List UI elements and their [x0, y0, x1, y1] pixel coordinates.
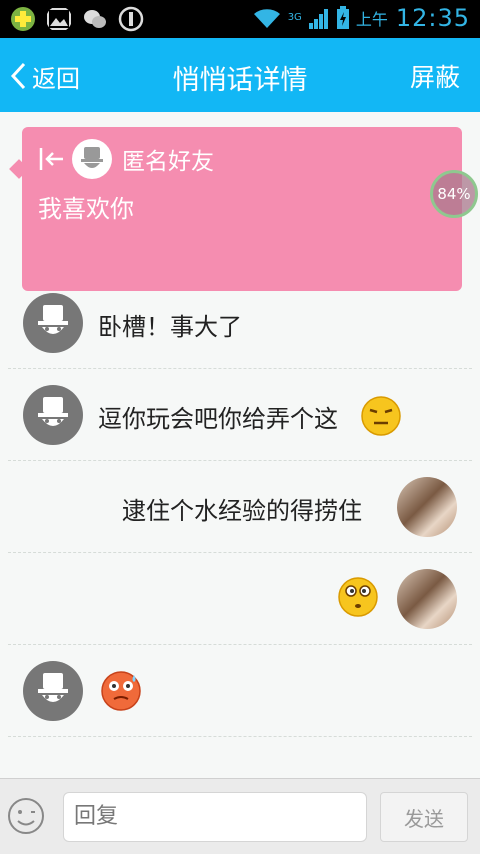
clock: 12:35: [395, 4, 470, 32]
message-row: [8, 553, 472, 645]
sender-name: 匿名好友: [122, 149, 214, 175]
emoji-picker-icon[interactable]: [7, 797, 45, 835]
anonymous-avatar[interactable]: [23, 385, 83, 445]
send-button[interactable]: 发送: [380, 792, 468, 842]
smirk-emoji-icon: [361, 396, 401, 436]
my-avatar[interactable]: [397, 477, 457, 537]
composer-bar: 回复 发送: [0, 778, 480, 854]
anonymous-avatar[interactable]: [23, 661, 83, 721]
message-text: 逮住个水经验的得捞住: [122, 497, 362, 525]
message-text: 逗你玩会吧你给弄个这: [98, 405, 338, 433]
sweat-emoji-icon: [101, 671, 141, 711]
wifi-icon: [253, 9, 280, 29]
whisper-message: 我喜欢你: [38, 195, 134, 223]
my-avatar[interactable]: [397, 569, 457, 629]
reply-input[interactable]: 回复: [63, 792, 367, 842]
signal-icon: [308, 9, 328, 29]
page-title: 悄悄话详情: [172, 65, 308, 96]
message-row: [8, 645, 472, 737]
status-bar: 3G 上午 12:35: [0, 0, 480, 38]
block-button[interactable]: 屏蔽: [410, 58, 460, 94]
battery-icon: [336, 6, 349, 29]
progress-badge: 84%: [430, 170, 478, 218]
dizzy-emoji-icon: [338, 577, 378, 617]
wechat-icon: [84, 10, 106, 28]
anonymous-avatar[interactable]: [23, 293, 83, 353]
anonymous-avatar-icon: [72, 139, 112, 179]
whisper-card: 匿名好友 我喜欢你: [22, 127, 462, 291]
game-app-icon: [11, 7, 35, 31]
title-bar: 返回 悄悄话详情 屏蔽: [0, 38, 480, 112]
sync-icon: [118, 6, 144, 32]
message-row: 逮住个水经验的得捞住: [8, 461, 472, 553]
exit-icon[interactable]: [38, 145, 66, 173]
network-type: 3G: [287, 12, 302, 23]
message-text: 卧槽！事大了: [98, 313, 242, 341]
message-row: 逗你玩会吧你给弄个这: [8, 369, 472, 461]
am-pm-label: 上午: [355, 10, 388, 29]
gallery-icon: [47, 8, 71, 30]
message-row: 卧槽！事大了: [8, 277, 472, 369]
